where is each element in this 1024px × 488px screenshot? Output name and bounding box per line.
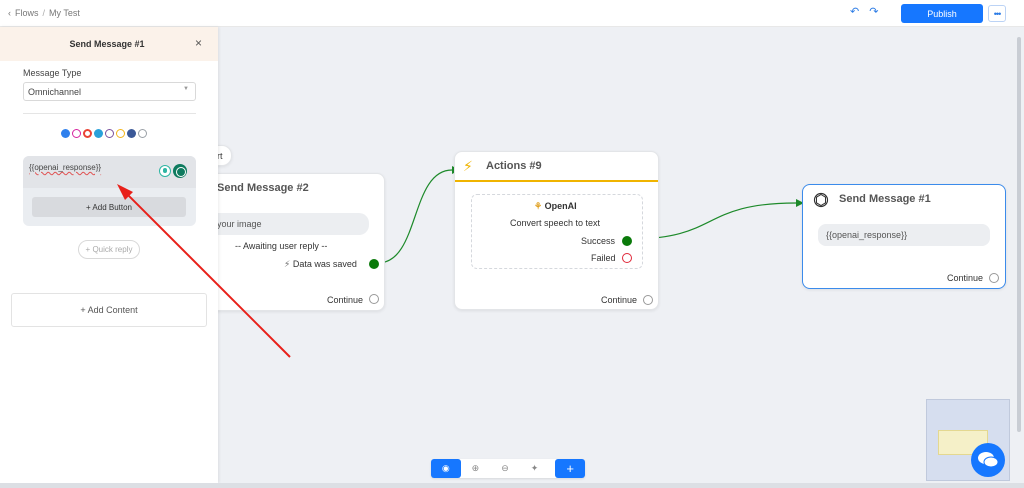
telegram-icon[interactable] bbox=[94, 129, 103, 138]
google-icon[interactable] bbox=[83, 129, 92, 138]
node-title: Send Message #1 bbox=[839, 193, 931, 205]
openai-action-box[interactable]: ⚘︎ OpenAI Convert speech to text Success… bbox=[471, 194, 643, 269]
breadcrumb-flows[interactable]: Flows bbox=[15, 8, 39, 18]
vertical-scrollbar[interactable] bbox=[1016, 27, 1022, 437]
node-message-pill: t your image bbox=[196, 213, 369, 235]
zoom-in-icon[interactable]: ⊕ bbox=[461, 459, 491, 478]
openai-logo-icon bbox=[813, 192, 829, 208]
undo-redo-group: ↶ ↷ bbox=[850, 7, 878, 18]
continue-port[interactable] bbox=[989, 273, 999, 283]
openai-assist-icon[interactable] bbox=[173, 164, 187, 178]
instagram-icon[interactable] bbox=[72, 129, 81, 138]
message-type-label: Message Type bbox=[23, 68, 82, 78]
continue-label: Continue bbox=[601, 295, 638, 305]
add-node-button[interactable]: + bbox=[555, 459, 585, 478]
success-port[interactable] bbox=[622, 236, 632, 246]
close-icon[interactable]: × bbox=[195, 36, 202, 50]
message-type-select[interactable]: Omnichannel ▼ bbox=[23, 82, 196, 101]
undo-icon[interactable]: ↶ bbox=[850, 7, 859, 18]
node-message-pill: {{openai_response}} bbox=[818, 224, 990, 246]
openai-provider-label: OpenAI bbox=[544, 201, 577, 211]
breadcrumb: ‹ Flows / My Test bbox=[8, 8, 80, 18]
whatsapp-icon[interactable] bbox=[127, 129, 136, 138]
top-bar: ‹ Flows / My Test ↶ ↷ Publish ••• bbox=[0, 0, 1024, 27]
action-description: Convert speech to text bbox=[510, 218, 601, 228]
channel-icons bbox=[61, 129, 147, 138]
panel-header: Send Message #1 × bbox=[0, 27, 218, 61]
message-text: {{openai_response}} bbox=[29, 163, 102, 172]
send-message-1-node[interactable]: Send Message #1 {{openai_response}} Cont… bbox=[802, 184, 1006, 289]
horizontal-scrollbar[interactable] bbox=[0, 483, 1024, 488]
actions-9-node[interactable]: ⚡︎ Actions #9 ⚘︎ OpenAI Convert speech t… bbox=[454, 151, 659, 310]
add-button-button[interactable]: + Add Button bbox=[32, 197, 186, 217]
data-saved-port[interactable] bbox=[369, 259, 379, 269]
lightbulb-icon[interactable] bbox=[159, 165, 171, 177]
openai-provider: ⚘︎ OpenAI bbox=[534, 201, 577, 212]
add-content-button[interactable]: + Add Content bbox=[11, 293, 207, 327]
publish-button[interactable]: Publish bbox=[901, 4, 983, 23]
messenger-icon[interactable] bbox=[61, 129, 70, 138]
message-text-input[interactable]: {{openai_response}} bbox=[23, 156, 196, 188]
panel-title: Send Message #1 bbox=[69, 39, 145, 49]
awaiting-reply-text: -- Awaiting user reply -- bbox=[235, 241, 328, 251]
lightning-icon: ⚡︎ bbox=[463, 158, 473, 174]
sms-icon[interactable] bbox=[116, 129, 125, 138]
failed-port[interactable] bbox=[622, 253, 632, 263]
back-chevron-icon[interactable]: ‹ bbox=[8, 8, 11, 18]
more-options-button[interactable]: ••• bbox=[988, 5, 1006, 22]
continue-label: Continue bbox=[947, 273, 984, 283]
redo-icon[interactable]: ↷ bbox=[869, 7, 878, 18]
breadcrumb-current: My Test bbox=[49, 8, 80, 18]
eye-icon[interactable]: ◉ bbox=[431, 459, 461, 478]
chat-icon[interactable] bbox=[138, 129, 147, 138]
continue-port[interactable] bbox=[643, 295, 653, 305]
quick-reply-button[interactable]: + Quick reply bbox=[78, 240, 140, 259]
node-settings-panel: Send Message #1 × Message Type Omnichann… bbox=[0, 27, 218, 483]
success-label: Success bbox=[581, 236, 616, 246]
support-chat-icon[interactable] bbox=[971, 443, 1005, 477]
zoom-out-icon[interactable]: ⊖ bbox=[490, 459, 520, 478]
breadcrumb-separator: / bbox=[42, 8, 46, 18]
continue-label: Continue bbox=[327, 295, 364, 305]
message-type-value: Omnichannel bbox=[28, 87, 82, 97]
send-message-2-node[interactable]: Send Message #2 t your image -- Awaiting… bbox=[196, 173, 385, 311]
openai-icon: ⚘︎ bbox=[534, 201, 543, 211]
data-saved-label: ⚡︎ Data was saved bbox=[284, 259, 357, 270]
lightning-icon: ⚡︎ bbox=[284, 259, 291, 269]
message-card: {{openai_response}} + Add Button bbox=[23, 156, 196, 226]
pill-text: t your image bbox=[212, 219, 262, 229]
node-title: Send Message #2 bbox=[217, 182, 309, 194]
chevron-down-icon: ▼ bbox=[183, 86, 189, 92]
divider bbox=[23, 113, 196, 114]
continue-port[interactable] bbox=[369, 294, 379, 304]
data-saved-text: Data was saved bbox=[292, 259, 357, 269]
pill-text: {{openai_response}} bbox=[826, 230, 908, 240]
canvas-toolbar: ◉ ⊕ ⊖ ✦ + bbox=[431, 459, 585, 478]
node-title: Actions #9 bbox=[486, 160, 542, 172]
fit-view-icon[interactable]: ✦ bbox=[520, 459, 550, 478]
failed-label: Failed bbox=[591, 253, 616, 263]
viber-icon[interactable] bbox=[105, 129, 114, 138]
